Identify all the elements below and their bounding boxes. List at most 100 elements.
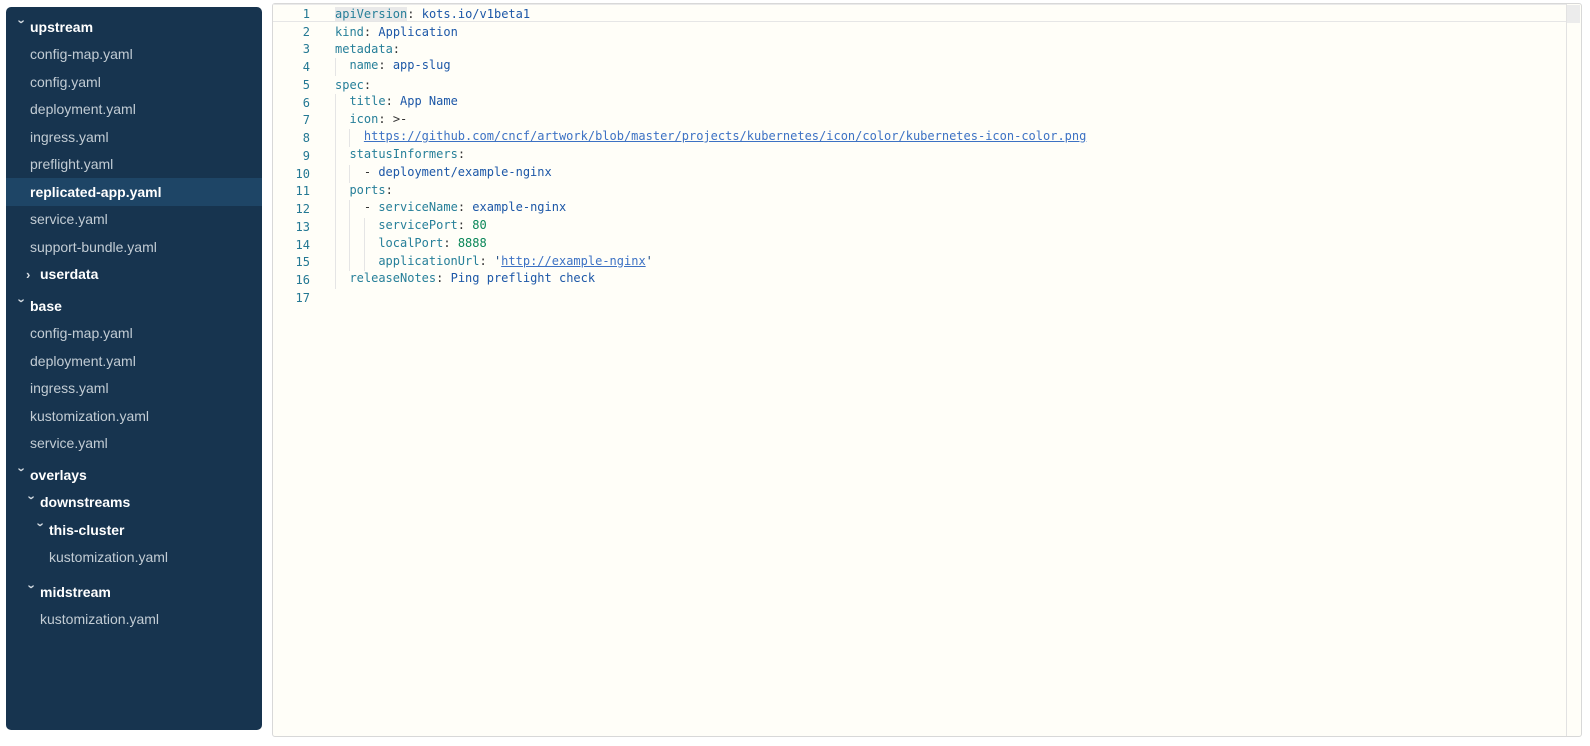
line-number[interactable]: 2 bbox=[273, 25, 310, 39]
indent-guide bbox=[364, 236, 378, 254]
code-line-7[interactable]: 7 icon: >- bbox=[273, 112, 1566, 130]
folder-label: downstreams bbox=[40, 494, 130, 510]
overview-ruler-cursor-marker[interactable] bbox=[1567, 5, 1580, 23]
tree-item-overlays-16[interactable]: ›overlays bbox=[6, 461, 262, 489]
tree-item-kustomization-yaml-19[interactable]: kustomization.yaml bbox=[6, 544, 262, 572]
tree-item-deployment-yaml-3[interactable]: deployment.yaml bbox=[6, 96, 262, 124]
code-link[interactable]: http://example-nginx bbox=[501, 254, 646, 268]
code-area[interactable]: 1 apiVersion: kots.io/v1beta1 2kind: Appli… bbox=[273, 5, 1566, 736]
code-line-12[interactable]: 12- serviceName: example-nginx bbox=[273, 200, 1566, 218]
code-line-10[interactable]: 10- deployment/example-nginx bbox=[273, 165, 1566, 183]
tree-item-downstreams-17[interactable]: ›downstreams bbox=[6, 489, 262, 517]
line-number[interactable]: 12 bbox=[273, 202, 310, 216]
code-token: - bbox=[364, 165, 378, 179]
code-line-text: localPort: 8888 bbox=[335, 236, 487, 254]
code-token: icon bbox=[349, 112, 378, 126]
folder-label: midstream bbox=[40, 584, 111, 600]
code-token: metadata bbox=[335, 42, 393, 56]
code-token: : bbox=[479, 254, 486, 268]
line-number[interactable]: 9 bbox=[273, 149, 310, 163]
code-line-13[interactable]: 13servicePort: 80 bbox=[273, 218, 1566, 236]
code-token: servicePort bbox=[378, 218, 457, 232]
code-line-3[interactable]: 3 metadata: bbox=[273, 41, 1566, 59]
overview-ruler-border bbox=[1566, 4, 1567, 736]
code-token: - bbox=[364, 200, 378, 214]
code-token: App Name bbox=[400, 94, 458, 108]
tree-item-service-yaml-15[interactable]: service.yaml bbox=[6, 430, 262, 458]
tree-item-userdata-9[interactable]: ›userdata bbox=[6, 261, 262, 289]
code-token: : bbox=[378, 112, 385, 126]
file-label: deployment.yaml bbox=[30, 101, 136, 117]
code-line-17[interactable]: 17 bbox=[273, 289, 1566, 307]
chevron-down-icon: › bbox=[16, 468, 29, 480]
tree-item-ingress-yaml-4[interactable]: ingress.yaml bbox=[6, 123, 262, 151]
tree-item-upstream-0[interactable]: ›upstream bbox=[6, 13, 262, 41]
folder-label: base bbox=[30, 298, 62, 314]
code-token bbox=[487, 254, 494, 268]
code-token bbox=[414, 7, 421, 21]
code-line-4[interactable]: 4name: app-slug bbox=[273, 58, 1566, 76]
code-token: ' bbox=[646, 254, 653, 268]
line-number[interactable]: 16 bbox=[273, 273, 310, 287]
code-line-14[interactable]: 14 localPort: 8888 bbox=[273, 236, 1566, 254]
tree-item-service-yaml-7[interactable]: service.yaml bbox=[6, 206, 262, 234]
code-line-16[interactable]: 16releaseNotes: Ping preflight check bbox=[273, 271, 1566, 289]
line-number[interactable]: 3 bbox=[273, 42, 310, 56]
code-line-11[interactable]: 11 ports: bbox=[273, 183, 1566, 201]
tree-item-kustomization-yaml-21[interactable]: kustomization.yaml bbox=[6, 606, 262, 634]
line-number[interactable]: 14 bbox=[273, 238, 310, 252]
code-line-6[interactable]: 6title: App Name bbox=[273, 94, 1566, 112]
line-number[interactable]: 4 bbox=[273, 60, 310, 74]
code-line-9[interactable]: 9statusInformers: bbox=[273, 147, 1566, 165]
indent-guide bbox=[335, 218, 349, 236]
line-number[interactable]: 11 bbox=[273, 184, 310, 198]
indent-guide bbox=[335, 271, 349, 289]
chevron-down-icon: › bbox=[26, 585, 39, 597]
code-line-text: https://github.com/cncf/artwork/blob/mas… bbox=[335, 129, 1086, 147]
code-link[interactable]: https://github.com/cncf/artwork/blob/mas… bbox=[364, 129, 1086, 143]
file-label: preflight.yaml bbox=[30, 156, 113, 172]
tree-item-ingress-yaml-13[interactable]: ingress.yaml bbox=[6, 375, 262, 403]
tree-item-config-map-yaml-11[interactable]: config-map.yaml bbox=[6, 320, 262, 348]
yaml-code-editor[interactable]: 1 apiVersion: kots.io/v1beta1 2kind: Appli… bbox=[272, 3, 1582, 737]
line-number[interactable]: 10 bbox=[273, 167, 310, 181]
tree-item-deployment-yaml-12[interactable]: deployment.yaml bbox=[6, 347, 262, 375]
line-number[interactable]: 6 bbox=[273, 96, 310, 110]
code-token: 8888 bbox=[458, 236, 487, 250]
code-token: spec bbox=[335, 78, 364, 92]
code-line-8[interactable]: 8 https://github.com/cncf/artwork/blob/ma… bbox=[273, 129, 1566, 147]
file-tree-sidebar: ›upstreamconfig-map.yamlconfig.yamldeplo… bbox=[6, 7, 262, 730]
line-number[interactable]: 8 bbox=[273, 131, 310, 145]
line-number[interactable]: 17 bbox=[273, 291, 310, 305]
tree-item-replicated-app-yaml-6[interactable]: replicated-app.yaml bbox=[6, 178, 262, 206]
tree-item-midstream-20[interactable]: ›midstream bbox=[6, 578, 262, 606]
file-label: config-map.yaml bbox=[30, 325, 133, 341]
line-number[interactable]: 5 bbox=[273, 78, 310, 92]
tree-item-config-yaml-2[interactable]: config.yaml bbox=[6, 68, 262, 96]
code-token: name bbox=[349, 58, 378, 72]
code-line-text: apiVersion: kots.io/v1beta1 bbox=[335, 7, 530, 21]
folder-label: this-cluster bbox=[49, 522, 124, 538]
file-label: ingress.yaml bbox=[30, 380, 109, 396]
code-line-2[interactable]: 2kind: Application bbox=[273, 23, 1566, 41]
indent-guide bbox=[335, 129, 349, 147]
tree-item-config-map-yaml-1[interactable]: config-map.yaml bbox=[6, 41, 262, 69]
tree-item-this-cluster-18[interactable]: ›this-cluster bbox=[6, 516, 262, 544]
code-line-text: ports: bbox=[335, 183, 393, 201]
tree-item-preflight-yaml-5[interactable]: preflight.yaml bbox=[6, 151, 262, 179]
line-number[interactable]: 15 bbox=[273, 255, 310, 269]
tree-item-kustomization-yaml-14[interactable]: kustomization.yaml bbox=[6, 402, 262, 430]
indent-guide bbox=[349, 236, 363, 254]
tree-item-base-10[interactable]: ›base bbox=[6, 292, 262, 320]
code-line-5[interactable]: 5spec: bbox=[273, 76, 1566, 94]
code-line-1[interactable]: 1 apiVersion: kots.io/v1beta1 bbox=[273, 5, 1566, 23]
indent-guide bbox=[349, 218, 363, 236]
code-line-text: icon: >- bbox=[335, 112, 407, 130]
code-line-15[interactable]: 15applicationUrl: 'http://example-nginx' bbox=[273, 254, 1566, 272]
folder-label: userdata bbox=[40, 266, 98, 282]
line-number[interactable]: 1 bbox=[273, 7, 310, 21]
code-token: : bbox=[393, 42, 400, 56]
tree-item-support-bundle-yaml-8[interactable]: support-bundle.yaml bbox=[6, 233, 262, 261]
line-number[interactable]: 13 bbox=[273, 220, 310, 234]
line-number[interactable]: 7 bbox=[273, 113, 310, 127]
